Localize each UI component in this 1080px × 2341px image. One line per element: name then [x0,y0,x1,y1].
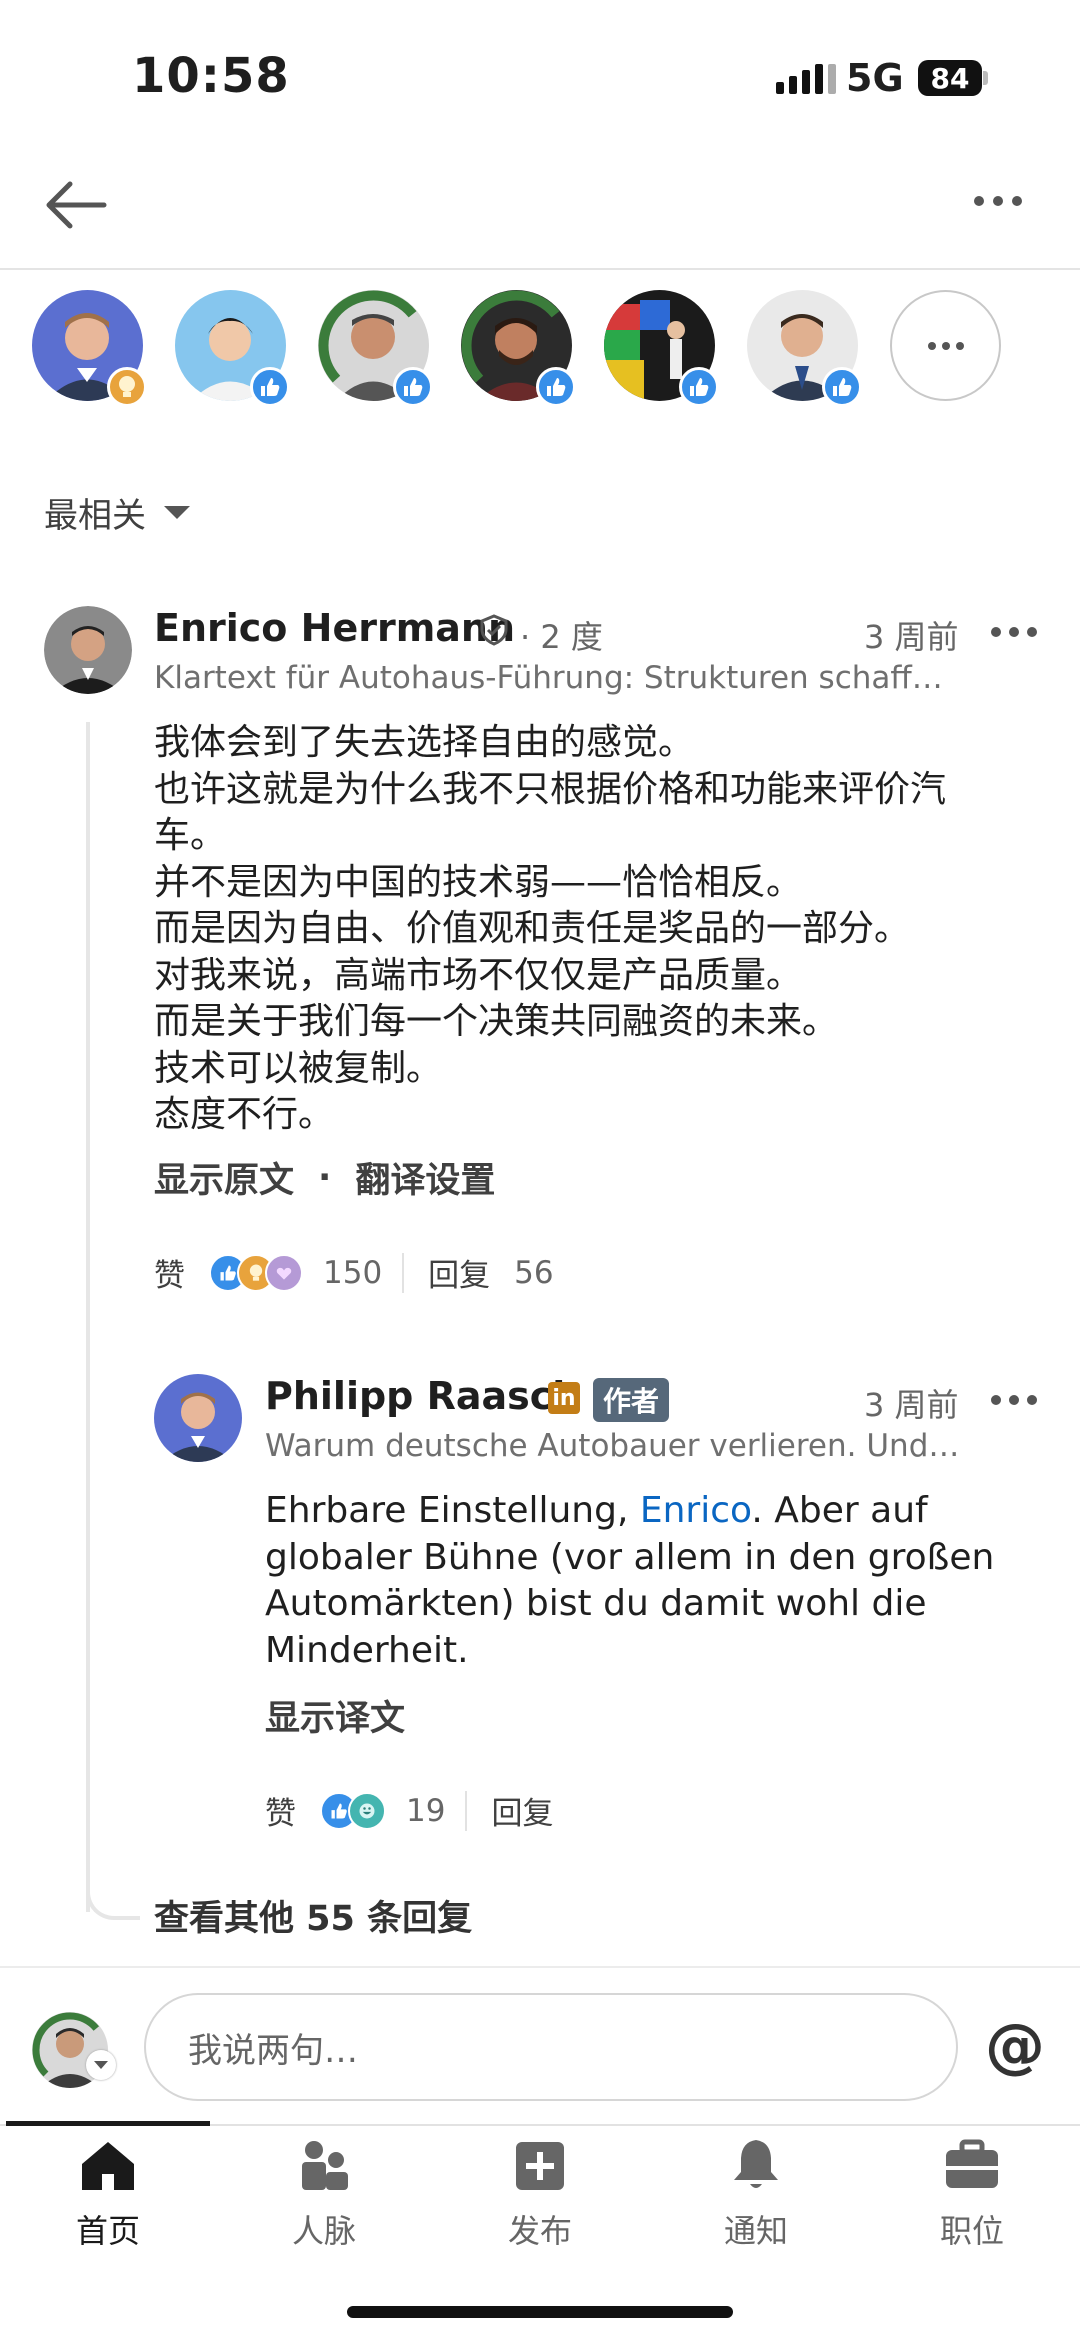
status-time: 10:58 [132,48,290,104]
nav-item-network[interactable]: 人脉 [216,2134,432,2252]
like-badge-icon [250,367,290,407]
signal-icon [776,62,836,94]
reply-reaction-icons[interactable] [320,1791,386,1830]
battery-icon: 84 [918,60,982,96]
sort-label: 最相关 [44,496,146,536]
comment-body: 我体会到了失去选择自由的感觉。 也许这就是为什么我不只根据价格和功能来评价汽 车… [154,720,1014,1139]
reply-more-icon[interactable] [991,1395,1037,1405]
translate-settings-link[interactable]: 翻译设置 [355,1152,495,1203]
back-arrow-icon[interactable] [44,180,108,230]
connection-degree: · 2 度 [520,618,603,656]
comment-author-name[interactable]: Enrico Herrmann [154,606,515,650]
reply-like-button[interactable]: 赞 [265,1788,296,1833]
reply-author-name[interactable]: Philipp Raasch [265,1374,579,1418]
comment-input[interactable]: 我说两句… [144,1993,958,2101]
reply-reaction-count[interactable]: 19 [406,1793,445,1829]
identity-switch-icon[interactable] [86,2050,116,2080]
dot-separator: · [318,1157,332,1198]
comment-line: 车。 [154,815,227,856]
more-options-icon[interactable] [974,196,1022,206]
reply-text-start: Ehrbare Einstellung, [265,1490,640,1531]
post-icon [516,2142,564,2190]
nav-label: 首页 [75,2212,140,2250]
more-reactors-button[interactable] [890,290,1001,401]
header-divider [0,268,1080,270]
composer-divider [0,1966,1080,1968]
bottom-nav: 首页 人脉 发布 通知 职位 [0,2134,1080,2252]
mention-at-button[interactable]: @ [985,2016,1045,2076]
reply-body: Ehrbare Einstellung, Enrico. Aber auf gl… [265,1488,1025,1674]
comment-author-headline: Klartext für Autohaus-Führung: Strukture… [154,660,943,696]
nav-label: 人脉 [291,2212,356,2250]
sort-dropdown[interactable]: 最相关 [44,488,190,537]
reply-author-avatar[interactable] [154,1374,242,1462]
reactor-avatar[interactable] [175,290,290,407]
nav-label: 发布 [507,2212,572,2250]
mention-link[interactable]: Enrico [640,1490,752,1531]
comment-line: 我体会到了失去选择自由的感觉。 [154,722,695,763]
nav-item-home[interactable]: 首页 [0,2134,216,2252]
bell-icon [734,2140,778,2188]
like-badge-icon [536,367,576,407]
nav-item-notifications[interactable]: 通知 [648,2134,864,2252]
reply-button[interactable]: 回复 [428,1250,490,1295]
nav-item-post[interactable]: 发布 [432,2134,648,2252]
linkedin-premium-icon: in [548,1382,580,1414]
caret-down-icon [164,506,190,519]
home-indicator [347,2306,733,2318]
reactor-avatar[interactable] [604,290,719,407]
nav-label: 通知 [723,2212,788,2250]
action-separator [402,1252,405,1293]
author-tag: 作者 [593,1378,670,1422]
comment-line: 并不是因为中国的技术弱——恰恰相反。 [154,861,803,903]
nav-label: 职位 [939,2212,1004,2250]
reactor-avatar[interactable] [32,290,147,407]
comment-time: 3 周前 [864,618,959,656]
reply-time: 3 周前 [864,1386,959,1424]
people-icon [302,2141,348,2190]
commenter-avatar[interactable] [44,606,132,694]
like-button[interactable]: 赞 [154,1250,185,1295]
comment-line: 而是因为自由、价值观和责任是奖品的一部分。 [154,908,911,949]
verified-shield-icon [480,614,508,646]
reactor-avatar[interactable] [747,290,862,407]
like-badge-icon [822,367,862,407]
comment-line: 技术可以被复制。 [154,1047,443,1089]
nav-item-jobs[interactable]: 职位 [864,2134,1080,2252]
action-separator [465,1790,468,1831]
reactor-avatar[interactable] [461,290,576,407]
support-reaction-icon [265,1253,303,1292]
like-badge-icon [679,367,719,407]
thread-line [86,722,90,1912]
battery-level: 84 [930,61,970,95]
like-badge-icon [393,367,433,407]
reactors-row [32,290,1001,407]
thread-line-curve [86,1880,140,1920]
insightful-badge-icon [107,367,147,407]
show-original-link[interactable]: 显示原文 [154,1152,294,1203]
reply-count[interactable]: 56 [514,1255,553,1291]
comment-line: 对我来说，高端市场不仅仅是产品质量。 [154,954,803,996]
comment-line: 也许这就是为什么我不只根据价格和功能来评价汽 [154,768,947,810]
comment-actions: 赞 150 回复 56 [154,1250,554,1295]
nav-active-indicator [6,2121,210,2126]
reactor-avatar[interactable] [318,290,433,407]
reaction-count[interactable]: 150 [323,1255,382,1291]
reaction-icons[interactable] [209,1253,303,1292]
show-translation-link[interactable]: 显示译文 [265,1690,405,1741]
view-more-replies-link[interactable]: 查看其他 55 条回复 [154,1890,472,1941]
comment-line: 而是关于我们每一个决策共同融资的未来。 [154,1001,839,1042]
comment-line: 态度不行。 [154,1094,335,1135]
battery-tip [983,71,988,85]
comment-more-icon[interactable] [991,627,1037,637]
home-icon [82,2142,134,2190]
translation-links: 显示原文 · 翻译设置 [154,1152,495,1203]
reply-reply-button[interactable]: 回复 [491,1788,553,1833]
reply-actions: 赞 19 回复 [265,1788,553,1833]
funny-reaction-icon [348,1791,386,1830]
network-type: 5G [846,56,904,100]
briefcase-icon [946,2139,998,2188]
reply-author-headline: Warum deutsche Autobauer verlieren. Und… [265,1428,960,1464]
